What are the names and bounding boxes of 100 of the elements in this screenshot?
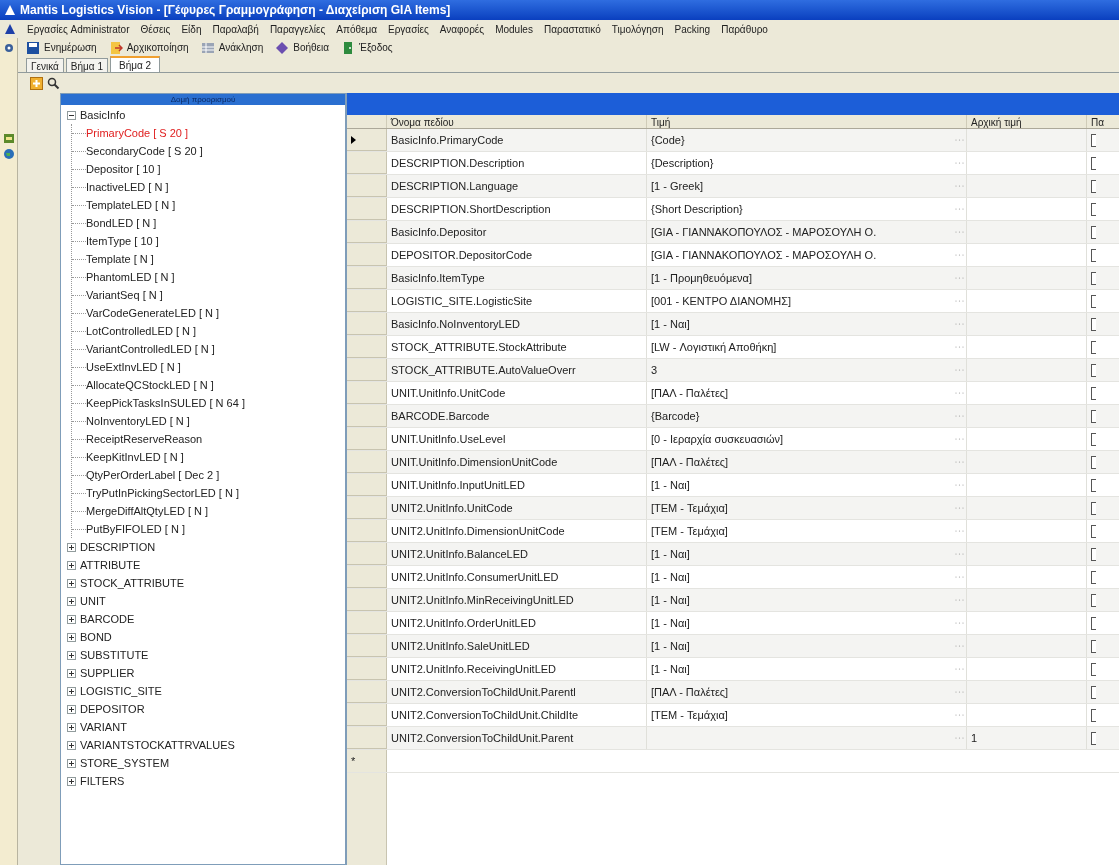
checkbox[interactable]: [1091, 340, 1096, 354]
tree-item[interactable]: UseExtInvLED [ N ]: [86, 358, 181, 376]
collapse-icon[interactable]: [67, 110, 76, 120]
tree-item[interactable]: DEPOSITOR: [80, 700, 145, 718]
tree-item[interactable]: STORE_SYSTEM: [80, 754, 170, 772]
expand-icon[interactable]: [67, 758, 76, 768]
tab[interactable]: Βήμα 2: [110, 56, 161, 72]
menu-item[interactable]: Παράθυρο: [721, 21, 768, 37]
checkbox[interactable]: [1091, 639, 1096, 653]
menu-item[interactable]: Τιμολόγηση: [611, 21, 664, 37]
tree-item[interactable]: BondLED [ N ]: [86, 214, 157, 232]
checkbox[interactable]: [1091, 501, 1096, 515]
column-header[interactable]: Τιμή: [647, 115, 967, 128]
new-row-marker[interactable]: *: [347, 750, 387, 772]
checkbox[interactable]: [1091, 294, 1096, 308]
tree-item[interactable]: SecondaryCode [ S 20 ]: [86, 142, 203, 160]
expand-icon[interactable]: [67, 776, 76, 786]
checkbox[interactable]: [1091, 386, 1096, 400]
row-header[interactable]: [347, 129, 387, 151]
menu-item[interactable]: Θέσεις: [140, 21, 171, 37]
checkbox[interactable]: [1091, 409, 1096, 423]
toolbar-button[interactable]: Ανάκληση: [200, 40, 264, 55]
menu-item[interactable]: Παραστατικό: [543, 21, 601, 37]
tree-item[interactable]: VariantControlledLED [ N ]: [86, 340, 215, 358]
expand-icon[interactable]: [67, 560, 76, 570]
tree-item[interactable]: LotControlledLED [ N ]: [86, 322, 197, 340]
checkbox[interactable]: [1091, 455, 1096, 469]
checkbox[interactable]: [1091, 156, 1096, 170]
tree-item[interactable]: Template [ N ]: [86, 250, 154, 268]
expand-icon[interactable]: [67, 686, 76, 696]
menu-item[interactable]: Εργασίες Administrator: [27, 21, 130, 37]
expand-icon[interactable]: [67, 614, 76, 624]
expand-icon[interactable]: [67, 704, 76, 714]
checkbox[interactable]: [1091, 547, 1096, 561]
tree-item[interactable]: VARIANTSTOCKATTRVALUES: [80, 736, 235, 754]
toolbar-button[interactable]: Ενημέρωση: [26, 40, 97, 55]
checkbox[interactable]: [1091, 570, 1096, 584]
tree-item[interactable]: InactiveLED [ N ]: [86, 178, 169, 196]
column-header[interactable]: Πα: [1087, 115, 1108, 128]
expand-icon[interactable]: [67, 596, 76, 606]
tree-item[interactable]: ATTRIBUTE: [80, 556, 141, 574]
menu-item[interactable]: Παραλαβή: [212, 21, 259, 37]
checkbox[interactable]: [1091, 616, 1096, 630]
checkbox[interactable]: [1091, 432, 1096, 446]
menu-item[interactable]: Packing: [674, 21, 711, 37]
tree-item[interactable]: PhantomLED [ N ]: [86, 268, 175, 286]
column-header[interactable]: Αρχική τιμή: [967, 115, 1087, 128]
tree-item[interactable]: SUBSTITUTE: [80, 646, 149, 664]
tree-item[interactable]: ReceiptReserveReason: [86, 430, 203, 448]
tree-item[interactable]: BasicInfo: [80, 106, 126, 124]
checkbox[interactable]: [1091, 202, 1096, 216]
tree-item[interactable]: SUPPLIER: [80, 664, 135, 682]
checkbox[interactable]: [1091, 363, 1096, 377]
checkbox[interactable]: [1091, 662, 1096, 676]
tree-item[interactable]: UNIT: [80, 592, 106, 610]
tree-item[interactable]: BARCODE: [80, 610, 135, 628]
tab[interactable]: Γενικά: [26, 58, 64, 72]
checkbox[interactable]: [1091, 685, 1096, 699]
checkbox[interactable]: [1091, 708, 1096, 722]
folder-icon[interactable]: [2, 132, 15, 144]
expand-icon[interactable]: [67, 632, 76, 642]
expand-icon[interactable]: [67, 668, 76, 678]
checkbox[interactable]: [1091, 133, 1096, 147]
tree-item[interactable]: FILTERS: [80, 772, 125, 790]
menu-item[interactable]: Αναφορές: [439, 21, 485, 37]
tree-item[interactable]: VarCodeGenerateLED [ N ]: [86, 304, 220, 322]
menu-item[interactable]: Είδη: [181, 21, 202, 37]
tree-item[interactable]: VARIANT: [80, 718, 127, 736]
checkbox[interactable]: [1091, 271, 1096, 285]
column-header[interactable]: Όνομα πεδίου: [387, 115, 647, 128]
expand-icon[interactable]: [67, 650, 76, 660]
menu-item[interactable]: Απόθεμα: [336, 21, 377, 37]
checkbox[interactable]: [1091, 524, 1096, 538]
tree-item[interactable]: PutByFIFOLED [ N ]: [86, 520, 186, 538]
expand-icon[interactable]: [67, 542, 76, 552]
tree-item[interactable]: NoInventoryLED [ N ]: [86, 412, 190, 430]
menu-item[interactable]: Εργασίες: [388, 21, 429, 37]
expand-icon[interactable]: [67, 722, 76, 732]
checkbox[interactable]: [1091, 593, 1096, 607]
tree-item[interactable]: KeepKitInvLED [ N ]: [86, 448, 184, 466]
toolbar-button[interactable]: Έξοδος: [341, 40, 393, 55]
toolbar-button[interactable]: Αρχικοποίηση: [108, 40, 189, 55]
tree-item[interactable]: Depositor [ 10 ]: [86, 160, 161, 178]
tab[interactable]: Βήμα 1: [65, 58, 108, 72]
tree-item[interactable]: DESCRIPTION: [80, 538, 156, 556]
tree-item[interactable]: MergeDiffAltQtyLED [ N ]: [86, 502, 209, 520]
tree-item[interactable]: KeepPickTasksInSULED [ N 64 ]: [86, 394, 245, 412]
tree-item[interactable]: AllocateQCStockLED [ N ]: [86, 376, 214, 394]
search-icon[interactable]: [47, 76, 60, 90]
checkbox[interactable]: [1091, 248, 1096, 262]
tree-item[interactable]: PrimaryCode [ S 20 ]: [86, 124, 189, 142]
tree-item[interactable]: LOGISTIC_SITE: [80, 682, 162, 700]
expand-icon[interactable]: [67, 740, 76, 750]
tree-item[interactable]: STOCK_ATTRIBUTE: [80, 574, 185, 592]
tree-item[interactable]: ItemType [ 10 ]: [86, 232, 159, 250]
tree-item[interactable]: QtyPerOrderLabel [ Dec 2 ]: [86, 466, 220, 484]
tree-item[interactable]: VariantSeq [ N ]: [86, 286, 163, 304]
tree-item[interactable]: TemplateLED [ N ]: [86, 196, 176, 214]
tree-item[interactable]: BOND: [80, 628, 112, 646]
checkbox[interactable]: [1091, 478, 1096, 492]
